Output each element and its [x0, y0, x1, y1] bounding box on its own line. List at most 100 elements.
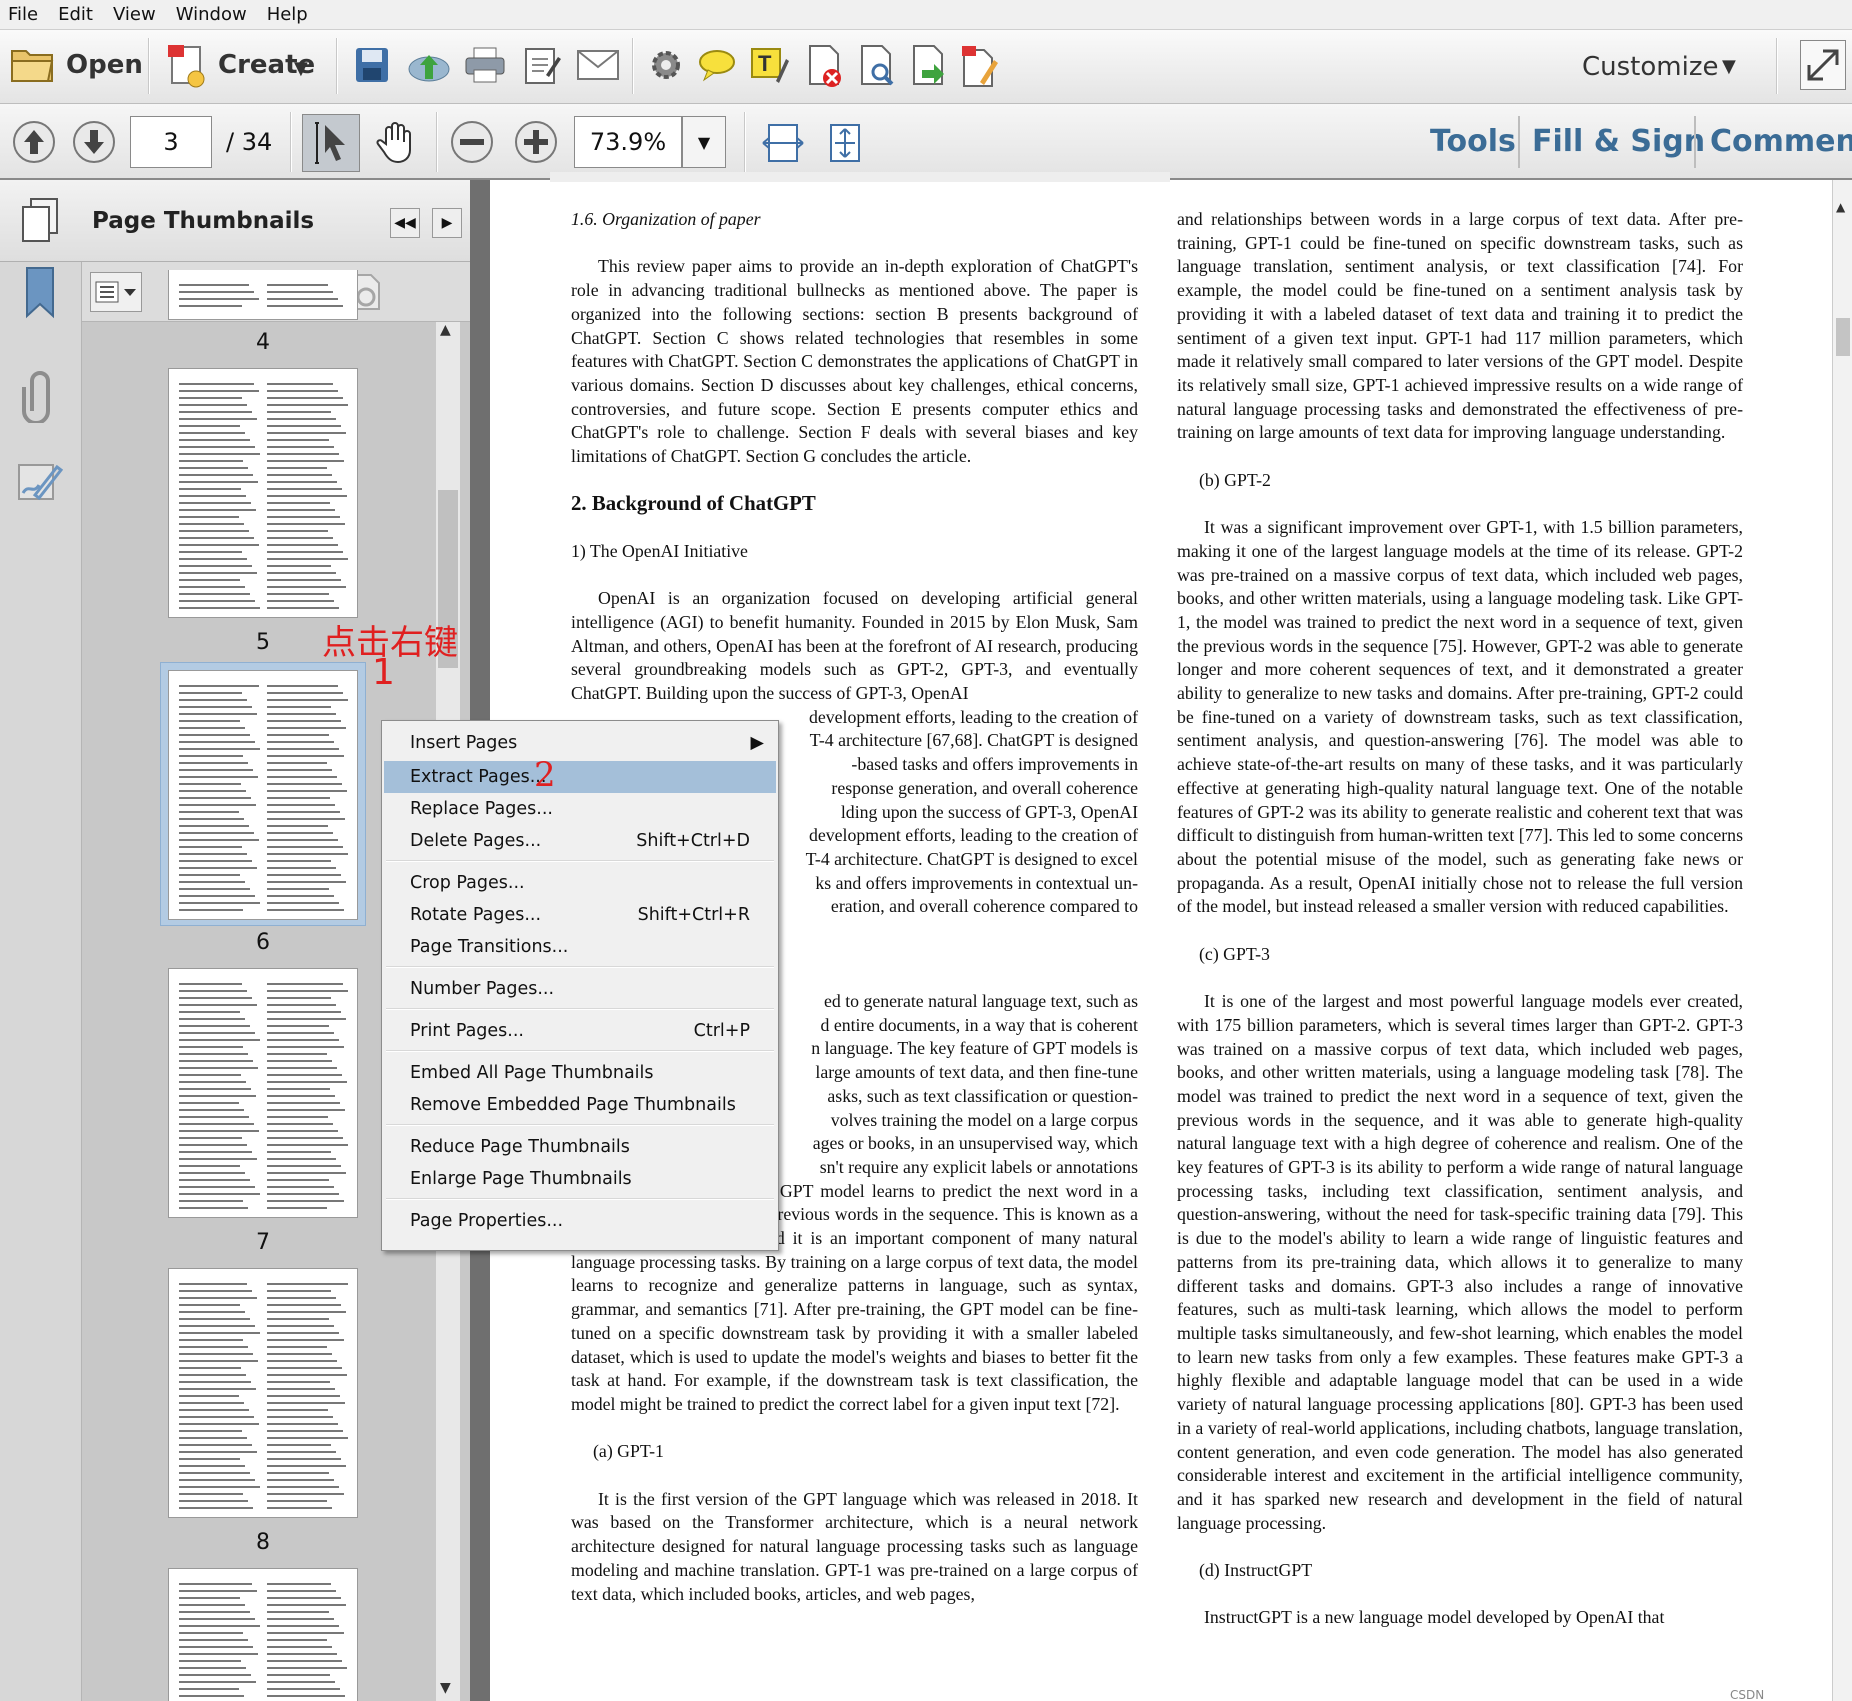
menu-delete-pages[interactable]: Delete Pages... Shift+Ctrl+D — [384, 825, 776, 857]
thumbnail-text-line — [179, 607, 260, 609]
thumbnail-text-line — [267, 713, 336, 715]
attachment-paperclip-icon[interactable] — [16, 360, 64, 430]
scroll-up-icon[interactable]: ▲ — [440, 322, 451, 338]
open-button[interactable]: Open — [66, 50, 143, 80]
print-icon[interactable] — [462, 40, 508, 90]
fill-sign-link[interactable]: Fill & Sign — [1532, 124, 1705, 159]
zoom-dropdown-icon[interactable]: ▼ — [682, 116, 726, 168]
thumbnail-text-line — [179, 418, 257, 420]
thumbnail-text-line — [267, 1416, 333, 1418]
customize-dropdown-icon[interactable]: ▼ — [1722, 56, 1736, 77]
fit-width-icon[interactable] — [758, 118, 808, 168]
thumbnail-text-line — [267, 1158, 336, 1160]
email-icon[interactable] — [576, 42, 620, 88]
comment-link[interactable]: Comment — [1710, 124, 1852, 159]
thumbnail-text-line — [179, 790, 246, 792]
menu-remove-thumbnails[interactable]: Remove Embedded Page Thumbnails — [384, 1089, 776, 1121]
thumbnail-text-line — [179, 748, 260, 750]
fit-page-icon[interactable] — [820, 118, 870, 168]
edit-form-icon[interactable] — [958, 40, 1002, 92]
delete-page-icon[interactable] — [804, 40, 846, 92]
select-cursor-icon[interactable] — [302, 114, 360, 172]
open-folder-icon[interactable] — [8, 40, 58, 90]
text-line: T-4 architecture. ChatGPT is designed to… — [805, 848, 1138, 869]
thumbnail-text-line — [179, 1409, 249, 1411]
save-icon[interactable] — [352, 40, 392, 90]
section-heading: 2. Background of ChatGPT — [571, 491, 816, 516]
fullscreen-icon[interactable] — [1800, 40, 1846, 90]
menu-help[interactable]: Help — [267, 4, 308, 25]
thumbnail-text-line — [179, 1283, 247, 1285]
thumbnail-text-line — [179, 1151, 252, 1153]
menu-print-pages[interactable]: Print Pages... Ctrl+P — [384, 1015, 776, 1047]
document-scrollbar[interactable]: ▲ — [1832, 180, 1852, 1701]
thumbnail-text-line — [267, 1102, 340, 1104]
export-page-icon[interactable] — [908, 40, 950, 92]
menu-extract-pages[interactable]: Extract Pages... 2 — [384, 755, 776, 795]
comment-bubble-icon[interactable] — [696, 42, 738, 88]
doc-scroll-thumb[interactable] — [1836, 318, 1850, 356]
create-dropdown-icon[interactable]: ▼ — [294, 58, 308, 79]
menu-file[interactable]: File — [8, 4, 38, 25]
menu-edit[interactable]: Edit — [58, 4, 93, 25]
page-number-input[interactable]: 3 — [130, 116, 212, 168]
thumbnail-text-line — [179, 1507, 253, 1509]
thumbnail-text-line — [267, 1332, 339, 1334]
menu-insert-pages[interactable]: Insert Pages ▶ — [384, 727, 776, 759]
thumbnail-text-line — [179, 818, 244, 820]
doc-scroll-up-icon[interactable]: ▲ — [1836, 200, 1845, 214]
upload-cloud-icon[interactable] — [406, 40, 452, 90]
thumbnail-text-line — [179, 1618, 255, 1620]
search-page-icon[interactable] — [856, 40, 898, 92]
settings-gear-icon[interactable] — [646, 42, 686, 88]
thumbnail-text-line — [179, 881, 245, 883]
thumbnail-text-line — [267, 1507, 332, 1509]
menu-embed-thumbnails[interactable]: Embed All Page Thumbnails — [384, 1057, 776, 1089]
tools-link[interactable]: Tools — [1430, 124, 1516, 159]
highlight-text-icon[interactable]: T — [748, 40, 792, 90]
thumbnail-text-line — [267, 1660, 342, 1662]
menu-page-transitions[interactable]: Page Transitions... — [384, 931, 776, 963]
create-pdf-icon[interactable] — [164, 38, 208, 94]
menu-number-pages[interactable]: Number Pages... — [384, 973, 776, 1005]
expand-panel-icon[interactable]: ▶ — [432, 208, 462, 238]
menu-page-properties[interactable]: Page Properties... — [384, 1205, 776, 1237]
section-heading: 1.6. Organization of paper — [571, 209, 761, 229]
edit-document-icon[interactable] — [522, 40, 564, 90]
thumbnail-text-line — [179, 1207, 248, 1209]
zoom-level-input[interactable]: 73.9% — [574, 116, 682, 168]
thumbnail-text-line — [267, 1618, 334, 1620]
thumbnail-text-line — [179, 1444, 252, 1446]
page-thumbnail-8[interactable] — [168, 1568, 358, 1701]
page-thumbnail-4[interactable] — [168, 368, 358, 618]
zoom-out-icon[interactable] — [448, 118, 496, 166]
thumbnail-text-line — [179, 909, 243, 911]
thumbnail-text-line — [267, 888, 329, 890]
previous-page-icon[interactable] — [10, 118, 58, 166]
hand-tool-icon[interactable] — [370, 116, 422, 168]
options-menu-icon[interactable] — [90, 272, 142, 312]
next-page-icon[interactable] — [70, 118, 118, 166]
customize-button[interactable]: Customize — [1582, 52, 1718, 82]
scroll-down-icon[interactable]: ▼ — [440, 1680, 451, 1696]
menu-window[interactable]: Window — [176, 4, 247, 25]
signature-icon[interactable] — [14, 452, 66, 512]
menu-reduce-thumbnails[interactable]: Reduce Page Thumbnails — [384, 1131, 776, 1163]
menu-rotate-pages[interactable]: Rotate Pages... Shift+Ctrl+R — [384, 899, 776, 931]
menu-replace-pages[interactable]: Replace Pages... — [384, 793, 776, 825]
thumbnail-text-line — [179, 1667, 246, 1669]
bookmark-icon[interactable] — [18, 252, 62, 332]
page-header-fragment — [550, 172, 1170, 182]
menu-crop-pages[interactable]: Crop Pages... — [384, 867, 776, 899]
collapse-panel-icon[interactable]: ◀◀ — [390, 208, 420, 238]
thumbnail-text-line — [179, 1660, 241, 1662]
page-thumbnail-7[interactable] — [168, 1268, 358, 1518]
page-thumbnail-3[interactable] — [168, 270, 358, 320]
thumbnail-text-line — [179, 298, 259, 300]
zoom-in-icon[interactable] — [512, 118, 560, 166]
page-thumbnail-5[interactable] — [168, 670, 358, 920]
page-thumbnail-6[interactable] — [168, 968, 358, 1218]
submenu-arrow-icon: ▶ — [750, 733, 764, 753]
menu-enlarge-thumbnails[interactable]: Enlarge Page Thumbnails — [384, 1163, 776, 1195]
menu-view[interactable]: View — [113, 4, 156, 25]
